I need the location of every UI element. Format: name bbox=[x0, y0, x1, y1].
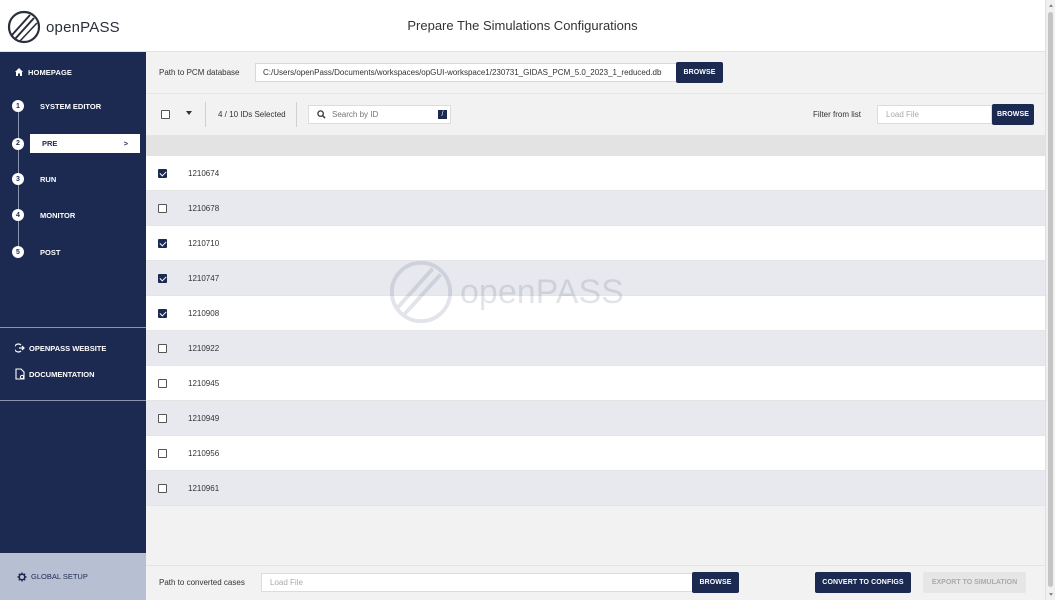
pcm-path-row: Path to PCM database C:/Users/openPass/D… bbox=[146, 52, 1045, 93]
row-id: 1210908 bbox=[188, 309, 220, 318]
scroll-down-icon[interactable] bbox=[1049, 593, 1053, 596]
converted-path-label: Path to converted cases bbox=[159, 578, 245, 587]
table-row[interactable]: 1210710 bbox=[146, 226, 1045, 261]
table-row[interactable]: 1210747 bbox=[146, 261, 1045, 296]
converted-cases-row: Path to converted cases Load File BROWSE… bbox=[146, 565, 1045, 600]
table-row[interactable]: 1210678 bbox=[146, 191, 1045, 226]
sidebar-item-label: HOMEPAGE bbox=[28, 67, 72, 77]
toolbar-divider bbox=[205, 102, 206, 127]
row-id: 1210678 bbox=[188, 204, 220, 213]
row-id: 1210945 bbox=[188, 379, 220, 388]
scrollbar-thumb[interactable] bbox=[1048, 12, 1053, 587]
sidebar-item-monitor[interactable]: 4 MONITOR bbox=[12, 209, 75, 221]
pcm-path-input[interactable]: C:/Users/openPass/Documents/workspaces/o… bbox=[255, 63, 677, 82]
sidebar-link-label: OPENPASS WEBSITE bbox=[29, 343, 107, 353]
row-id: 1210961 bbox=[188, 484, 220, 493]
global-setup-label: GLOBAL SETUP bbox=[31, 572, 88, 581]
toolbar-divider bbox=[296, 102, 297, 127]
pcm-path-label: Path to PCM database bbox=[159, 68, 240, 77]
selection-toolbar: 4 / 10 IDs Selected / Filter from list L… bbox=[146, 93, 1045, 135]
row-id: 1210674 bbox=[188, 169, 220, 178]
chevron-right-icon: > bbox=[123, 139, 128, 148]
sidebar-divider bbox=[0, 400, 146, 401]
table-row[interactable]: 1210674 bbox=[146, 156, 1045, 191]
sidebar-item-run[interactable]: 3 RUN bbox=[12, 173, 56, 185]
filter-file-input[interactable]: Load File bbox=[877, 105, 992, 124]
search-input[interactable] bbox=[332, 110, 427, 119]
row-id: 1210710 bbox=[188, 239, 220, 248]
table-row[interactable]: 1210945 bbox=[146, 366, 1045, 401]
sidebar-link-label: DOCUMENTATION bbox=[29, 369, 95, 379]
row-checkbox[interactable] bbox=[158, 379, 167, 388]
gear-icon bbox=[17, 572, 27, 581]
search-box[interactable]: / bbox=[308, 105, 451, 124]
sidebar-item-label: MONITOR bbox=[40, 210, 76, 220]
step-number: 2 bbox=[12, 137, 24, 150]
sidebar-item-pre[interactable]: 2 PRE > bbox=[12, 134, 140, 153]
sidebar-item-homepage[interactable]: HOMEPAGE bbox=[14, 67, 72, 77]
row-checkbox[interactable] bbox=[158, 169, 167, 178]
step-number: 4 bbox=[12, 209, 24, 221]
sidebar-item-system-editor[interactable]: 1 SYSTEM EDITOR bbox=[12, 100, 101, 112]
sidebar-link-openpass-website[interactable]: OPENPASS WEBSITE bbox=[15, 343, 106, 353]
table-row[interactable]: 1210922 bbox=[146, 331, 1045, 366]
home-icon bbox=[15, 68, 23, 76]
main-content: Path to PCM database C:/Users/openPass/D… bbox=[146, 52, 1045, 600]
table-row[interactable]: 1210961 bbox=[146, 471, 1045, 506]
filter-label: Filter from list bbox=[813, 110, 861, 119]
row-checkbox[interactable] bbox=[158, 239, 167, 248]
converted-path-input[interactable]: Load File bbox=[261, 573, 693, 592]
table-row[interactable]: 1210908 bbox=[146, 296, 1045, 331]
step-number: 1 bbox=[12, 100, 24, 112]
filter-browse-button[interactable]: BROWSE bbox=[992, 104, 1034, 125]
table-header bbox=[146, 135, 1045, 156]
global-setup-button[interactable]: GLOBAL SETUP bbox=[0, 553, 146, 600]
converted-browse-button[interactable]: BROWSE bbox=[692, 572, 739, 593]
row-checkbox[interactable] bbox=[158, 204, 167, 213]
table-row[interactable]: 1210949 bbox=[146, 401, 1045, 436]
row-checkbox[interactable] bbox=[158, 344, 167, 353]
row-id: 1210949 bbox=[188, 414, 220, 423]
sidebar-item-post[interactable]: 5 POST bbox=[12, 246, 60, 258]
convert-to-configs-button[interactable]: CONVERT TO CONFIGS bbox=[815, 572, 911, 593]
row-id: 1210956 bbox=[188, 449, 220, 458]
active-step-box: PRE > bbox=[30, 134, 140, 153]
scroll-up-icon[interactable] bbox=[1049, 4, 1053, 7]
page-title: Prepare The Simulations Configurations bbox=[407, 18, 638, 33]
document-icon bbox=[15, 368, 25, 380]
row-checkbox[interactable] bbox=[158, 484, 167, 493]
search-shortcut-badge: / bbox=[438, 110, 447, 119]
row-checkbox[interactable] bbox=[158, 309, 167, 318]
pcm-browse-button[interactable]: BROWSE bbox=[676, 62, 723, 83]
sidebar-divider bbox=[0, 327, 146, 328]
step-number: 3 bbox=[12, 173, 24, 185]
sidebar-link-documentation[interactable]: DOCUMENTATION bbox=[15, 368, 95, 380]
external-link-icon bbox=[15, 343, 25, 353]
export-to-simulation-button[interactable]: EXPORT TO SIMULATION bbox=[923, 572, 1026, 593]
row-id: 1210747 bbox=[188, 274, 220, 283]
vertical-scrollbar[interactable] bbox=[1045, 0, 1055, 600]
row-id: 1210922 bbox=[188, 344, 220, 353]
top-header: openPASS Prepare The Simulations Configu… bbox=[0, 0, 1045, 52]
row-checkbox[interactable] bbox=[158, 414, 167, 423]
sidebar-item-label: POST bbox=[40, 247, 61, 257]
row-checkbox[interactable] bbox=[158, 449, 167, 458]
row-checkbox[interactable] bbox=[158, 274, 167, 283]
sidebar: HOMEPAGE 1 SYSTEM EDITOR 2 PRE > 3 RUN 4… bbox=[0, 52, 146, 600]
step-number: 5 bbox=[12, 246, 24, 258]
chevron-down-icon[interactable] bbox=[186, 111, 192, 115]
search-icon bbox=[317, 110, 326, 119]
select-all-checkbox[interactable] bbox=[161, 110, 170, 119]
sidebar-item-label: SYSTEM EDITOR bbox=[40, 101, 102, 111]
id-list: 1210674 1210678 1210710 1210747 1210908 12109… bbox=[146, 156, 1045, 506]
table-row[interactable]: 1210956 bbox=[146, 436, 1045, 471]
selected-count: 4 / 10 IDs Selected bbox=[218, 110, 286, 119]
sidebar-item-label: PRE bbox=[42, 139, 58, 148]
sidebar-item-label: RUN bbox=[40, 174, 57, 184]
